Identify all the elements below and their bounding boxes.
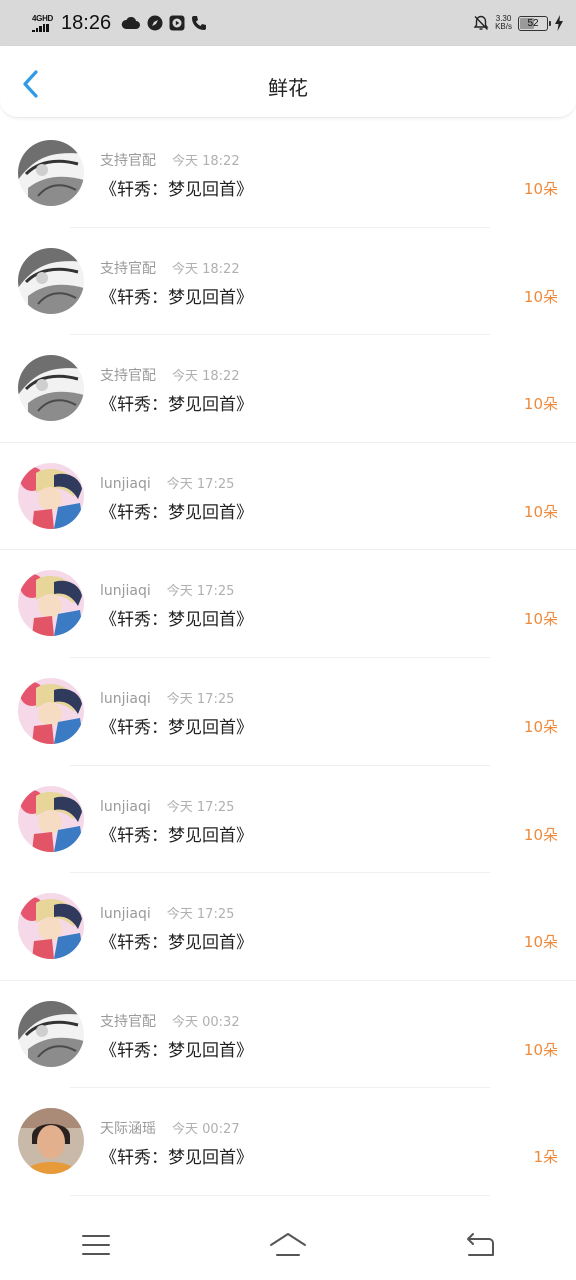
menu-button[interactable] <box>66 1225 126 1265</box>
flower-count: 10朵 <box>523 502 558 521</box>
item-meta: 天际涵瑶 今天 00:27 <box>100 1118 240 1138</box>
avatar[interactable] <box>18 247 84 314</box>
list-item[interactable]: lunjiaqi 今天 17:25 《轩秀：梦见回首》 10朵 <box>0 658 576 766</box>
book-title: 《轩秀：梦见回首》 <box>100 1148 253 1169</box>
flower-count: 10朵 <box>523 287 558 306</box>
list-item[interactable]: lunjiaqi 今天 17:25 《轩秀：梦见回首》 10朵 <box>0 766 576 874</box>
send-time: 今天 17:25 <box>166 691 235 707</box>
flower-record-list: 支持官配 今天 18:22 《轩秀：梦见回首》 10朵 支持官配 今天 18:22 《轩秀：… <box>0 120 576 1196</box>
status-bar: 4GHD 18:26 3.30 KB/s 52 <box>0 0 576 46</box>
sender-name[interactable]: 支持官配 <box>100 153 156 169</box>
flower-count: 10朵 <box>523 933 558 952</box>
signal-icon <box>32 23 49 32</box>
send-time: 今天 17:25 <box>166 799 235 815</box>
item-meta: 支持官配 今天 18:22 <box>100 365 240 385</box>
flower-count: 10朵 <box>523 1040 558 1059</box>
network-type: 4GHD <box>32 13 54 23</box>
book-title: 《轩秀：梦见回首》 <box>100 180 253 200</box>
flower-count: 10朵 <box>523 825 558 844</box>
item-meta: 支持官配 今天 18:22 <box>100 150 240 170</box>
sender-name[interactable]: 支持官配 <box>100 368 156 384</box>
avatar[interactable] <box>18 677 84 744</box>
send-time: 今天 18:22 <box>172 369 240 385</box>
flower-count: 1朵 <box>533 1148 558 1167</box>
send-time: 今天 17:25 <box>166 584 235 600</box>
book-title: 《轩秀：梦见回首》 <box>100 933 253 954</box>
avatar[interactable] <box>18 355 84 422</box>
book-title: 《轩秀：梦见回首》 <box>100 610 253 631</box>
item-meta: 支持官配 今天 18:22 <box>100 258 240 278</box>
item-meta: lunjiaqi 今天 17:25 <box>100 580 234 599</box>
phone-icon <box>191 15 207 31</box>
return-icon <box>467 1233 494 1256</box>
avatar[interactable] <box>18 893 84 960</box>
flower-count: 10朵 <box>523 395 558 414</box>
system-nav-bar <box>0 1210 576 1280</box>
flower-count: 10朵 <box>523 180 558 198</box>
send-time: 今天 00:32 <box>172 1014 240 1030</box>
battery-icon: 52 <box>518 15 551 31</box>
home-button[interactable] <box>258 1225 318 1265</box>
sender-name[interactable]: 天际涵瑶 <box>100 1121 156 1137</box>
item-meta: lunjiaqi 今天 17:25 <box>100 796 234 815</box>
mute-bell-icon <box>473 15 489 31</box>
item-meta: 支持官配 今天 00:32 <box>100 1011 240 1031</box>
book-title: 《轩秀：梦见回首》 <box>100 395 253 416</box>
send-time: 今天 17:25 <box>166 476 235 492</box>
avatar[interactable] <box>18 785 84 852</box>
sender-name[interactable]: lunjiaqi <box>100 906 151 922</box>
flower-count: 10朵 <box>523 610 558 629</box>
avatar[interactable] <box>18 462 84 529</box>
list-item[interactable]: 支持官配 今天 18:22 《轩秀：梦见回首》 10朵 <box>0 335 576 443</box>
page-title: 鲜花 <box>268 76 308 100</box>
battery-percent: 52 <box>527 17 539 29</box>
item-meta: lunjiaqi 今天 17:25 <box>100 473 234 492</box>
sender-name[interactable]: lunjiaqi <box>100 799 151 815</box>
return-button[interactable] <box>450 1225 510 1265</box>
network-speed: 3.30 KB/s <box>495 15 512 31</box>
divider <box>70 1194 490 1196</box>
send-time: 今天 00:27 <box>172 1122 240 1138</box>
book-title: 《轩秀：梦见回首》 <box>100 287 253 308</box>
avatar[interactable] <box>18 570 84 637</box>
item-meta: lunjiaqi 今天 17:25 <box>100 688 234 707</box>
avatar[interactable] <box>18 1000 84 1067</box>
media-icon <box>169 15 185 31</box>
send-time: 今天 18:22 <box>172 261 240 277</box>
network-indicator: 4GHD <box>32 13 54 32</box>
list-item[interactable]: lunjiaqi 今天 17:25 《轩秀：梦见回首》 10朵 <box>0 873 576 981</box>
charging-icon <box>554 15 564 31</box>
avatar[interactable] <box>18 140 84 206</box>
clock: 18:26 <box>61 11 112 34</box>
send-time: 今天 18:22 <box>172 154 240 169</box>
book-title: 《轩秀：梦见回首》 <box>100 717 253 738</box>
book-title: 《轩秀：梦见回首》 <box>100 825 253 846</box>
home-icon <box>270 1233 306 1256</box>
list-item[interactable]: 天际涵瑶 今天 00:27 《轩秀：梦见回首》 1朵 <box>0 1088 576 1196</box>
sender-name[interactable]: 支持官配 <box>100 1014 156 1030</box>
avatar[interactable] <box>18 1108 84 1175</box>
send-time: 今天 17:25 <box>166 907 235 923</box>
book-title: 《轩秀：梦见回首》 <box>100 1040 253 1061</box>
list-item[interactable]: lunjiaqi 今天 17:25 《轩秀：梦见回首》 10朵 <box>0 443 576 551</box>
book-title: 《轩秀：梦见回首》 <box>100 502 253 523</box>
flower-count: 10朵 <box>523 717 558 736</box>
list-item[interactable]: 支持官配 今天 18:22 《轩秀：梦见回首》 10朵 <box>0 228 576 336</box>
header: 鲜花 <box>0 46 576 118</box>
cloud-icon <box>121 16 141 30</box>
list-item[interactable]: lunjiaqi 今天 17:25 《轩秀：梦见回首》 10朵 <box>0 550 576 658</box>
sender-name[interactable]: lunjiaqi <box>100 691 151 707</box>
sender-name[interactable]: lunjiaqi <box>100 476 151 492</box>
speed-unit: KB/s <box>495 22 512 31</box>
compass-icon <box>147 15 163 31</box>
list-item[interactable]: 支持官配 今天 18:22 《轩秀：梦见回首》 10朵 <box>0 120 576 228</box>
sender-name[interactable]: lunjiaqi <box>100 583 151 599</box>
sender-name[interactable]: 支持官配 <box>100 261 156 277</box>
menu-icon <box>82 1235 110 1255</box>
item-meta: lunjiaqi 今天 17:25 <box>100 903 234 922</box>
list-item[interactable]: 支持官配 今天 00:32 《轩秀：梦见回首》 10朵 <box>0 981 576 1089</box>
